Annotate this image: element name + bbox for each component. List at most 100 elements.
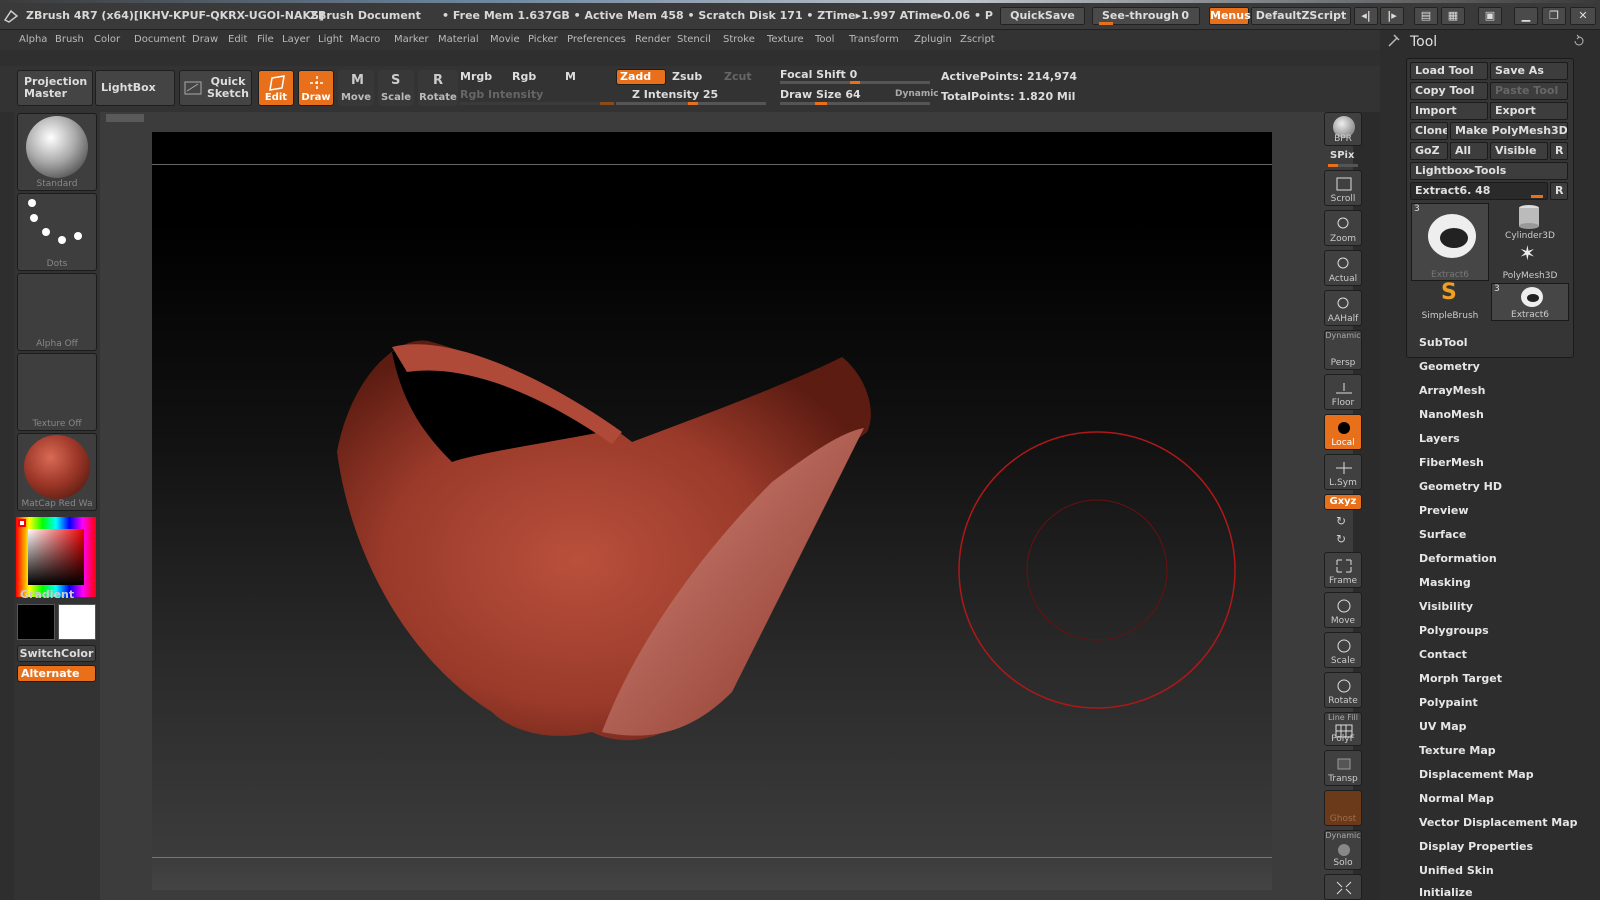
uv-map-menu[interactable]: UV Map [1419, 720, 1467, 733]
scale-view-button[interactable]: Scale [1324, 632, 1362, 668]
stroke-picker[interactable]: Dots [17, 193, 97, 271]
current-tool-r-button[interactable]: R [1550, 182, 1568, 200]
close-icon[interactable]: ✕ [1570, 7, 1596, 25]
reset-icon[interactable] [1572, 34, 1586, 48]
paste-tool-button[interactable]: Paste Tool [1490, 82, 1568, 100]
move-view-button[interactable]: Move [1324, 592, 1362, 628]
display-properties-menu[interactable]: Display Properties [1419, 840, 1533, 853]
persp-button[interactable]: Dynamic Persp [1324, 330, 1362, 370]
menu-file[interactable]: File [257, 34, 274, 45]
gradient-toggle[interactable]: Gradient [20, 588, 74, 601]
polypaint-menu[interactable]: Polypaint [1419, 696, 1478, 709]
actual-button[interactable]: Actual [1324, 250, 1362, 286]
clay-mesh-model[interactable] [152, 132, 1272, 890]
subtool-menu[interactable]: SubTool [1419, 336, 1468, 349]
edit-mode-button[interactable]: Edit [258, 70, 294, 106]
tool-thumb-extract6-active[interactable]: 3 Extract6 [1411, 203, 1489, 281]
zcut-toggle[interactable]: Zcut [724, 70, 752, 83]
main-color-swatch[interactable] [58, 604, 96, 640]
quicksave-button[interactable]: QuickSave [1000, 7, 1085, 25]
draw-mode-button[interactable]: Draw [298, 70, 334, 106]
load-tool-button[interactable]: Load Tool [1410, 62, 1488, 80]
normal-map-menu[interactable]: Normal Map [1419, 792, 1494, 805]
rotate-view-button[interactable]: Rotate [1324, 672, 1362, 708]
fibermesh-menu[interactable]: FiberMesh [1419, 456, 1484, 469]
layout-alt-icon[interactable]: ▦ [1441, 7, 1465, 25]
scroll-button[interactable]: Scroll [1324, 170, 1362, 206]
rotate-z-icon[interactable]: ↻ [1336, 532, 1350, 546]
pin-icon[interactable] [1386, 32, 1402, 48]
menu-stencil[interactable]: Stencil [677, 34, 711, 45]
draw-size-slider[interactable]: Draw Size 64 [780, 88, 861, 101]
restore-icon[interactable]: ❐ [1542, 7, 1566, 25]
bpr-button[interactable]: BPR [1324, 112, 1362, 146]
masking-menu[interactable]: Masking [1419, 576, 1471, 589]
material-picker[interactable]: MatCap Red Wa [17, 433, 97, 511]
preview-menu[interactable]: Preview [1419, 504, 1469, 517]
projection-master-button[interactable]: Projection Master [17, 70, 93, 106]
polygroups-menu[interactable]: Polygroups [1419, 624, 1489, 637]
m-toggle[interactable]: M [565, 70, 576, 83]
lsym-button[interactable]: L.Sym [1324, 454, 1362, 490]
saturation-square[interactable] [28, 529, 84, 585]
menu-document[interactable]: Document [134, 34, 186, 45]
menu-preferences[interactable]: Preferences [567, 34, 626, 45]
initialize-menu[interactable]: Initialize [1419, 886, 1473, 899]
tray-left-icon[interactable]: ◂| [1354, 7, 1378, 25]
layers-menu[interactable]: Layers [1419, 432, 1460, 445]
nanomesh-menu[interactable]: NanoMesh [1419, 408, 1484, 421]
vector-displacement-map-menu[interactable]: Vector Displacement Map [1419, 816, 1578, 829]
make-polymesh3d-button[interactable]: Make PolyMesh3D [1450, 122, 1568, 140]
arraymesh-menu[interactable]: ArrayMesh [1419, 384, 1485, 397]
color-picker[interactable] [16, 517, 96, 597]
deformation-menu[interactable]: Deformation [1419, 552, 1497, 565]
tool-thumb-extract6[interactable]: 3 Extract6 [1491, 283, 1569, 321]
z-intensity-slider[interactable]: Z Intensity 25 [632, 88, 718, 101]
clone-button[interactable]: Clone [1410, 122, 1448, 140]
rgb-intensity-slider[interactable]: Rgb Intensity [460, 88, 543, 101]
canvas-viewport[interactable] [152, 132, 1272, 890]
lightbox-button[interactable]: LightBox [95, 70, 175, 106]
transp-button[interactable]: Transp [1324, 750, 1362, 786]
floor-button[interactable]: Floor [1324, 374, 1362, 410]
focal-shift-slider[interactable]: Focal Shift 0 [780, 68, 857, 81]
menu-color[interactable]: Color [94, 34, 120, 45]
goz-button[interactable]: GoZ [1410, 142, 1448, 160]
menus-button[interactable]: Menus [1209, 7, 1251, 25]
visibility-menu[interactable]: Visibility [1419, 600, 1473, 613]
morph-target-menu[interactable]: Morph Target [1419, 672, 1502, 685]
menu-zscript[interactable]: Zscript [960, 34, 995, 45]
tool-thumb-polymesh3d[interactable]: ✶ PolyMesh3D [1491, 241, 1569, 281]
local-button[interactable]: Local [1324, 414, 1362, 450]
texture-picker[interactable]: Texture Off [17, 353, 97, 431]
import-button[interactable]: Import [1410, 102, 1488, 120]
see-through-slider[interactable]: See-through 0 [1092, 7, 1200, 25]
geometry-menu[interactable]: Geometry [1419, 360, 1480, 373]
layout-icon[interactable]: ▤ [1414, 7, 1438, 25]
menu-layer[interactable]: Layer [282, 34, 310, 45]
scale-mode-button[interactable]: S Scale [378, 70, 414, 106]
copy-tool-button[interactable]: Copy Tool [1410, 82, 1488, 100]
geometry-hd-menu[interactable]: Geometry HD [1419, 480, 1502, 493]
aahalf-button[interactable]: AAHalf [1324, 290, 1362, 326]
rotate-mode-button[interactable]: R Rotate [418, 70, 458, 106]
save-as-button[interactable]: Save As [1490, 62, 1568, 80]
polyf-button[interactable]: Line Fill PolyF [1324, 712, 1362, 746]
menu-edit[interactable]: Edit [228, 34, 247, 45]
menu-movie[interactable]: Movie [490, 34, 520, 45]
default-zscript-button[interactable]: DefaultZScript [1251, 7, 1351, 25]
menu-draw[interactable]: Draw [192, 34, 218, 45]
displacement-map-menu[interactable]: Displacement Map [1419, 768, 1534, 781]
lightbox-tools-button[interactable]: Lightbox▸Tools [1410, 162, 1568, 180]
zsub-toggle[interactable]: Zsub [672, 70, 702, 83]
minimize-icon[interactable]: ▁ [1514, 7, 1538, 25]
current-tool-slider[interactable]: Extract6. 48 [1410, 182, 1548, 200]
texture-map-menu[interactable]: Texture Map [1419, 744, 1496, 757]
switchcolor-button[interactable]: SwitchColor [17, 645, 96, 662]
menu-material[interactable]: Material [438, 34, 479, 45]
goz-visible-button[interactable]: Visible [1490, 142, 1548, 160]
contact-menu[interactable]: Contact [1419, 648, 1467, 661]
menu-stroke[interactable]: Stroke [723, 34, 755, 45]
goz-all-button[interactable]: All [1450, 142, 1488, 160]
alternate-button[interactable]: Alternate [17, 665, 96, 682]
